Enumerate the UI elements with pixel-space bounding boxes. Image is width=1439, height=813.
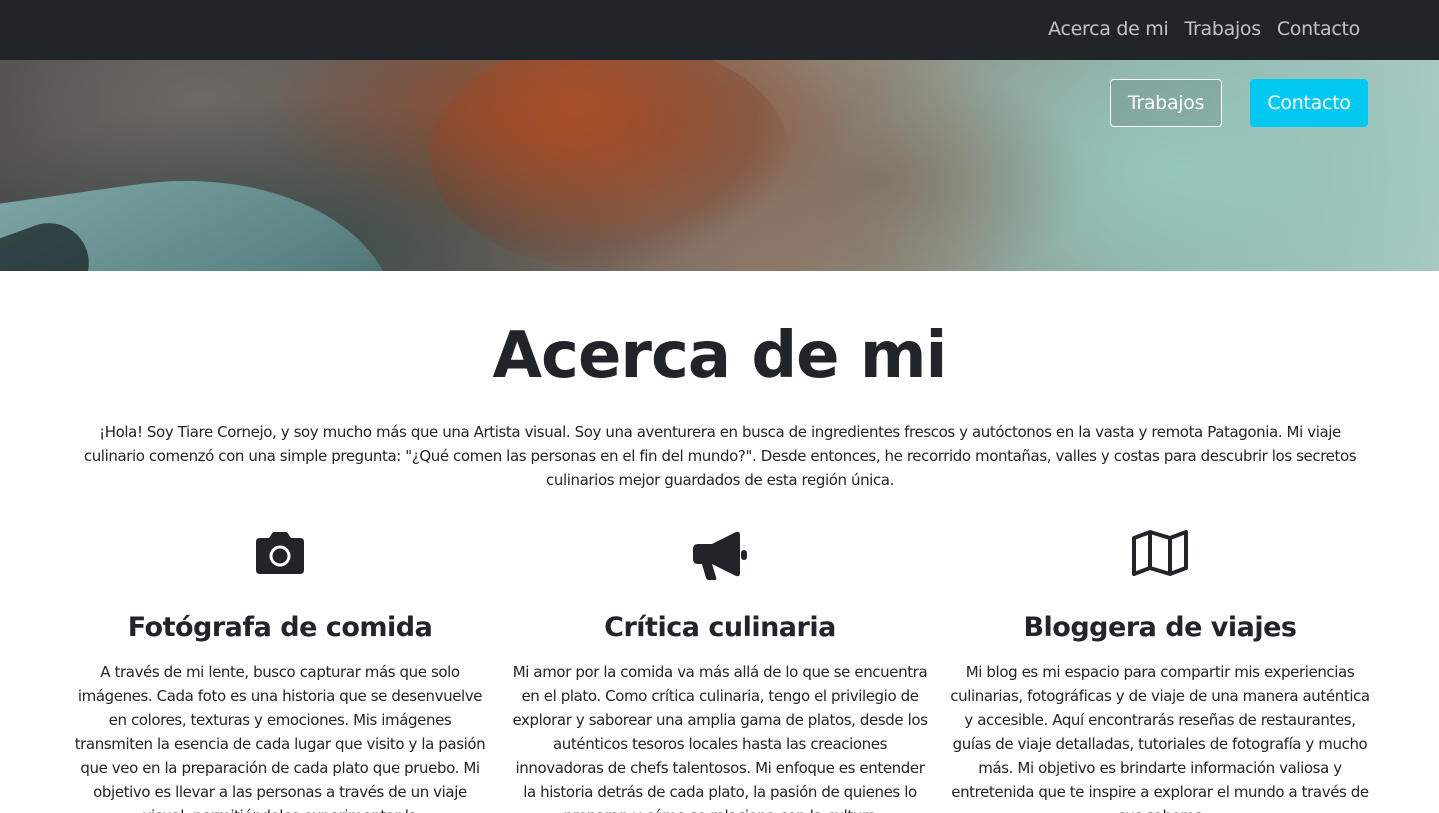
feature-food-critic: Crítica culinaria Mi amor por la comida … [500,530,940,813]
map-icon [940,530,1380,582]
hero-works-button[interactable]: Trabajos [1110,79,1222,127]
feature-text: A través de mi lente, busco capturar más… [74,663,486,813]
feature-travel-blogger: Bloggera de viajes Mi blog es mi espacio… [940,530,1380,813]
about-title: Acerca de mi [492,319,948,393]
feature-food-photographer: Fotógrafa de comida A través de mi lente… [60,530,500,813]
navbar: Acerca de mi Trabajos Contacto [0,0,1439,60]
hero-photo-hair [430,60,790,270]
nav-link-works[interactable]: Trabajos [1184,16,1261,42]
feature-text: Mi amor por la comida va más allá de lo … [512,663,928,813]
megaphone-icon [500,530,940,582]
top-nav: Acerca de mi Trabajos Contacto [1048,16,1360,42]
hero-banner-image [0,60,1439,271]
feature-text: Mi blog es mi espacio para compartir mis… [950,663,1370,813]
about-intro: ¡Hola! Soy Tiare Cornejo, y soy mucho má… [83,423,1357,489]
feature-title: Fotógrafa de comida [127,612,433,643]
nav-link-contact[interactable]: Contacto [1277,16,1360,42]
camera-icon [60,530,500,582]
feature-title: Crítica culinaria [604,612,836,643]
nav-link-about[interactable]: Acerca de mi [1048,16,1169,42]
hero-contact-button[interactable]: Contacto [1250,79,1368,127]
feature-title: Bloggera de viajes [1023,612,1297,643]
